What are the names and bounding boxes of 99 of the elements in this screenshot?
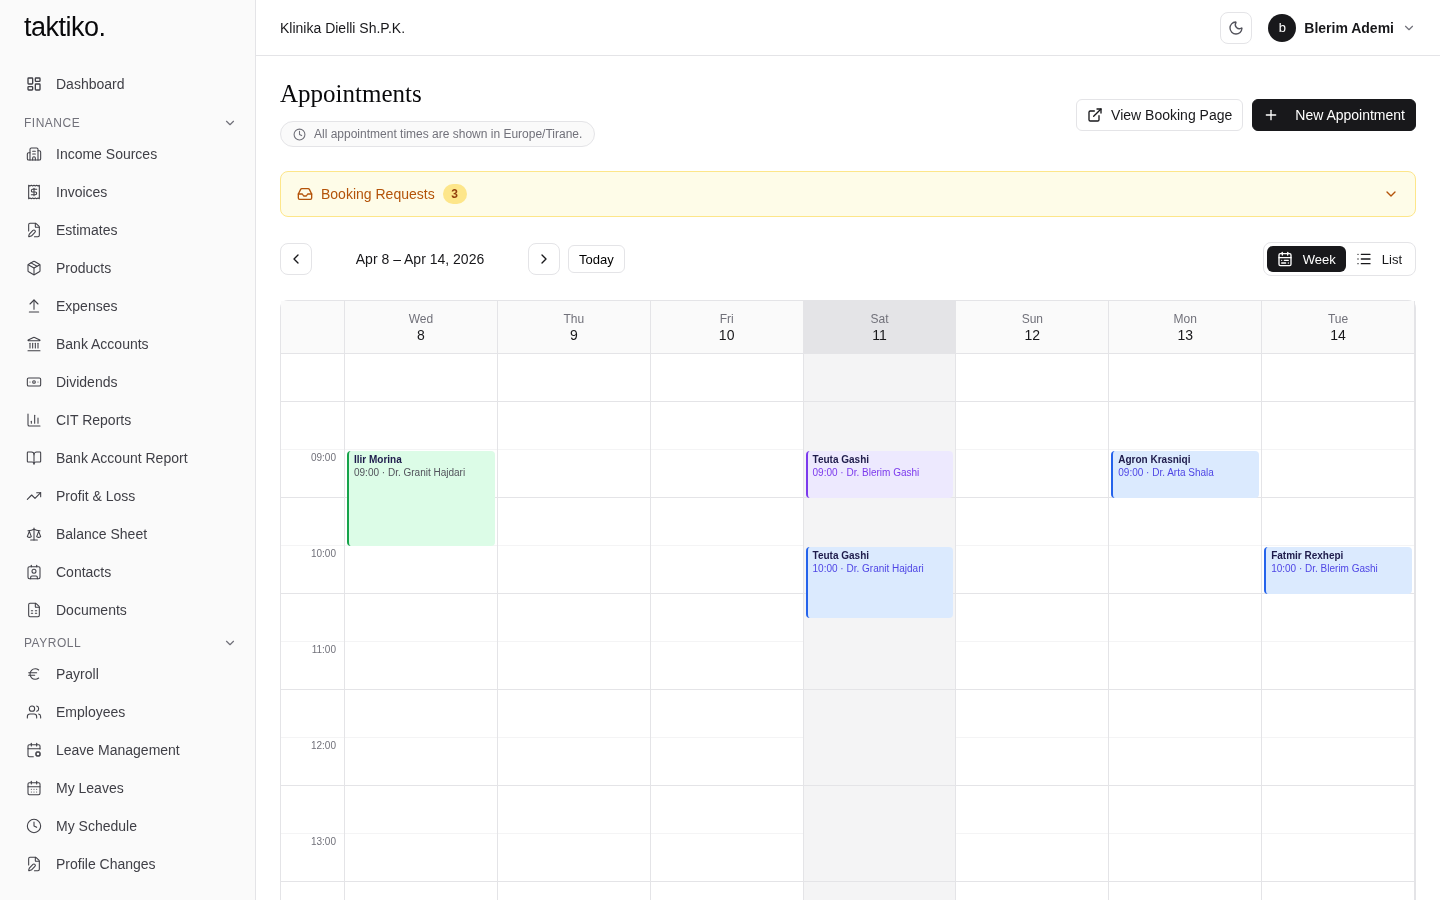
appointment-card[interactable]: Teuta Gashi 09:00 · Dr. Blerim Gashi bbox=[805, 451, 954, 498]
appointment-detail: 09:00 · Dr. Blerim Gashi bbox=[812, 467, 921, 478]
timezone-text: All appointment times are shown in Europe/Tirane. bbox=[314, 127, 583, 141]
appointment-detail: 09:00 · Dr. Arta Shala bbox=[1118, 467, 1215, 478]
sidebar-item[interactable]: Products bbox=[24, 249, 112, 287]
sidebar-item[interactable]: My Schedule bbox=[24, 807, 137, 845]
external-link-icon bbox=[1087, 107, 1104, 123]
sidebar-item[interactable]: Bank Account Report bbox=[24, 439, 188, 477]
weekday-label: Mon bbox=[1173, 311, 1197, 326]
weekday-label: Fri bbox=[719, 311, 734, 326]
new-appointment-button[interactable]: New Appointment bbox=[1252, 99, 1416, 131]
upload-icon bbox=[26, 298, 42, 314]
app-logo: taktiko. bbox=[24, 12, 106, 43]
user-avatar: b bbox=[1268, 13, 1297, 42]
moon-icon bbox=[1228, 19, 1245, 36]
bank-icon bbox=[26, 336, 42, 352]
sidebar-item[interactable]: Balance Sheet bbox=[24, 515, 148, 553]
appointment-card[interactable]: Fatmir Rexhepi 10:00 · Dr. Blerim Gashi bbox=[1264, 547, 1412, 594]
sidebar-item[interactable]: Income Sources bbox=[24, 135, 158, 173]
clock-icon bbox=[293, 127, 306, 141]
user-menu[interactable]: b Blerim Ademi bbox=[1268, 13, 1416, 42]
date-label: 13 bbox=[1177, 326, 1193, 343]
receipt-icon bbox=[26, 184, 42, 200]
dashboard-icon bbox=[26, 76, 42, 92]
sidebar-item[interactable]: Profile Changes bbox=[24, 845, 156, 883]
sidebar-item[interactable]: Payroll bbox=[24, 655, 99, 693]
clock-icon bbox=[26, 818, 42, 834]
package-icon bbox=[26, 260, 42, 276]
view-tab[interactable]: List bbox=[1345, 246, 1412, 272]
sidebar-item[interactable]: Bank Accounts bbox=[24, 325, 149, 363]
appointment-card[interactable]: Ilir Morina 09:00 · Dr. Granit Hajdari bbox=[347, 451, 495, 546]
file-pen-icon bbox=[26, 222, 42, 238]
date-label: 9 bbox=[569, 326, 578, 343]
sidebar-item[interactable]: Dashboard bbox=[24, 65, 125, 103]
sidebar-item[interactable]: Dividends bbox=[24, 363, 118, 401]
weekday-label: Wed bbox=[408, 311, 434, 326]
section-title: PAYROLL bbox=[24, 636, 82, 650]
patient-name: Agron Krasniqi bbox=[1118, 454, 1192, 465]
sidebar-item[interactable]: Leave Management bbox=[24, 731, 180, 769]
patient-name: Ilir Morina bbox=[354, 454, 403, 465]
contact-card-icon bbox=[26, 564, 42, 580]
list-icon bbox=[1355, 251, 1372, 267]
weekday-label: Sun bbox=[1021, 311, 1044, 326]
company-name: Klinika Dielli Sh.P.K. bbox=[280, 19, 406, 36]
calendar-gear-icon bbox=[26, 742, 42, 758]
sidebar-item[interactable]: Documents bbox=[24, 591, 127, 629]
inbox-icon bbox=[297, 186, 313, 202]
sidebar-item[interactable]: Contacts bbox=[24, 553, 112, 591]
page-title: Appointments bbox=[280, 80, 422, 108]
sidebar-item[interactable]: Invoices bbox=[24, 173, 108, 211]
date-label: 11 bbox=[872, 326, 887, 343]
banknote-icon bbox=[26, 374, 42, 390]
theme-toggle-button[interactable] bbox=[1220, 11, 1253, 44]
sidebar-item[interactable]: CIT Reports bbox=[24, 401, 132, 439]
appointment-detail: 10:00 · Dr. Blerim Gashi bbox=[1271, 563, 1379, 574]
file-pen-icon bbox=[26, 856, 42, 872]
scale-icon bbox=[26, 526, 42, 542]
date-label: 14 bbox=[1330, 326, 1346, 343]
calendar-icon bbox=[1276, 251, 1293, 267]
sidebar-item[interactable]: Employees bbox=[24, 693, 126, 731]
time-label: 09:00 bbox=[310, 452, 336, 463]
sidebar-item[interactable]: Expenses bbox=[24, 287, 118, 325]
book-icon bbox=[26, 450, 42, 466]
weekday-label: Thu bbox=[563, 311, 585, 326]
time-label: 11:00 bbox=[311, 644, 336, 655]
building-icon bbox=[26, 146, 42, 162]
count-badge: 3 bbox=[442, 184, 467, 204]
previous-button[interactable] bbox=[280, 243, 312, 275]
sidebar-item[interactable]: My Leaves bbox=[24, 769, 124, 807]
euro-icon bbox=[26, 666, 42, 682]
document-icon bbox=[26, 602, 42, 618]
view-tab[interactable]: Week bbox=[1266, 246, 1346, 272]
date-range: Apr 8 – Apr 14, 2026 bbox=[354, 251, 486, 267]
date-label: 8 bbox=[417, 326, 425, 343]
today-button[interactable]: Today bbox=[568, 245, 625, 273]
patient-name: Teuta Gashi bbox=[812, 454, 871, 465]
weekday-label: Sat bbox=[870, 311, 889, 326]
time-label: 13:00 bbox=[310, 836, 336, 847]
patient-name: Teuta Gashi bbox=[812, 550, 871, 561]
weekday-label: Tue bbox=[1327, 311, 1349, 326]
next-button[interactable] bbox=[528, 243, 560, 275]
bar-chart-icon bbox=[26, 412, 42, 428]
appointment-detail: 10:00 · Dr. Granit Hajdari bbox=[812, 563, 925, 574]
sidebar-item[interactable]: Estimates bbox=[24, 211, 118, 249]
appointment-card[interactable]: Agron Krasniqi 09:00 · Dr. Arta Shala bbox=[1111, 451, 1260, 498]
sidebar-item[interactable]: Profit & Loss bbox=[24, 477, 136, 515]
view-booking-page-button[interactable]: View Booking Page bbox=[1076, 99, 1244, 131]
patient-name: Fatmir Rexhepi bbox=[1271, 550, 1345, 561]
time-label: 12:00 bbox=[310, 740, 336, 751]
booking-requests-label: Booking Requests bbox=[321, 186, 435, 202]
users-icon bbox=[26, 704, 42, 720]
appointment-card[interactable]: Teuta Gashi 10:00 · Dr. Granit Hajdari bbox=[805, 547, 954, 618]
time-label: 10:00 bbox=[310, 548, 336, 559]
calendar-icon bbox=[26, 780, 42, 796]
section-title: FINANCE bbox=[24, 116, 81, 130]
date-label: 12 bbox=[1024, 326, 1041, 343]
date-label: 10 bbox=[718, 326, 735, 343]
booking-requests-bar[interactable]: Booking Requests 3 bbox=[280, 171, 1416, 217]
appointment-detail: 09:00 · Dr. Granit Hajdari bbox=[354, 467, 467, 478]
